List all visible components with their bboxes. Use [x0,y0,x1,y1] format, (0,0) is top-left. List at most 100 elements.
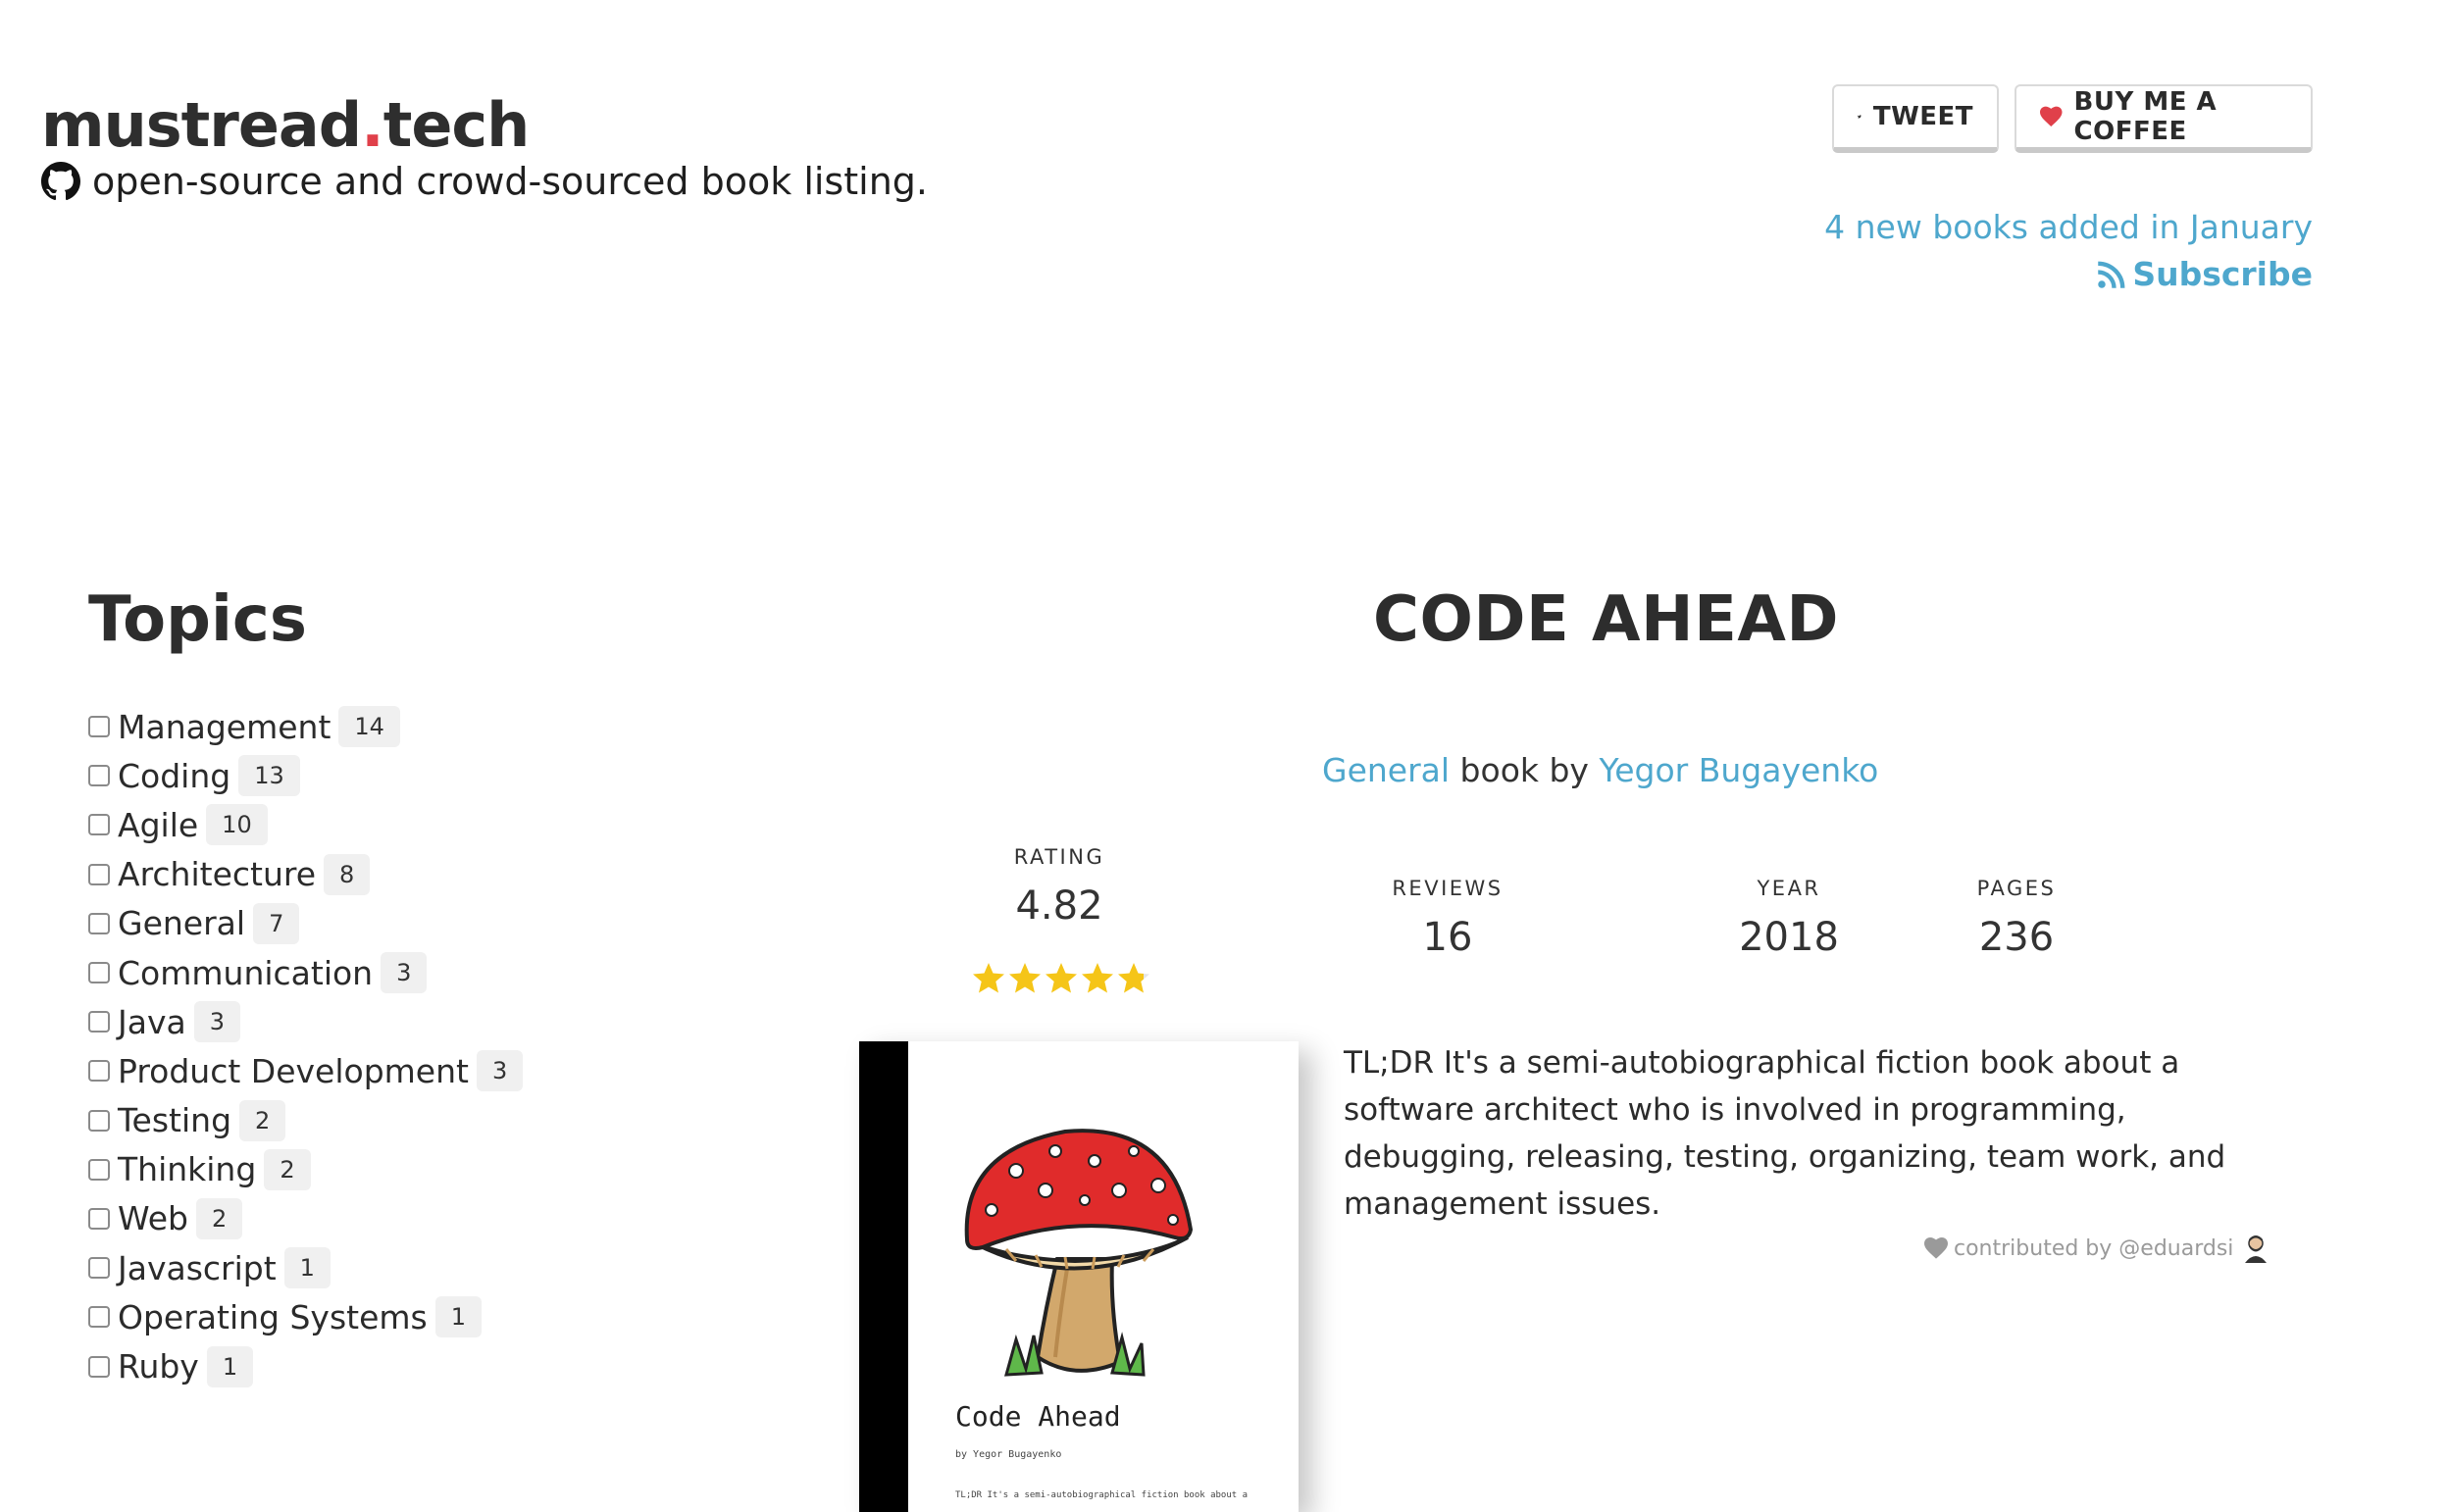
twitter-icon [1858,115,1862,119]
tagline: open-source and crowd-sourced book listi… [41,157,928,206]
pages-stat: PAGES 236 [1918,875,2115,961]
topic-label[interactable]: Agile [118,806,198,844]
book-author-link[interactable]: Yegor Bugayenko [1599,751,1878,789]
rating-stars [973,963,1149,993]
topic-count-badge: 3 [476,1050,524,1092]
cover-spine [859,1041,908,1512]
topic-label[interactable]: Web [118,1199,188,1237]
star-icon [1009,963,1041,993]
topic-label[interactable]: Communication [118,954,373,992]
topic-label[interactable]: Coding [118,757,230,795]
topic-count-badge: 14 [338,706,400,748]
star-icon [1082,963,1113,993]
topic-checkbox[interactable] [88,814,110,836]
buy-me-a-coffee-button[interactable]: BUY ME A COFFEE [2014,84,2313,153]
topic-item[interactable]: General 7 [88,899,523,948]
subscribe-label: Subscribe [2132,255,2313,293]
cover-author: by Yegor Bugayenko [955,1449,1062,1460]
topic-item[interactable]: Architecture 8 [88,850,523,899]
topic-count-badge: 1 [283,1247,331,1289]
topic-item[interactable]: Coding 13 [88,751,523,800]
topic-label[interactable]: Java [118,1003,186,1041]
new-books-link[interactable]: 4 new books added in January [1824,206,2313,249]
topic-label[interactable]: General [118,904,245,942]
topic-count-badge: 8 [324,853,371,895]
book-description: TL;DR It's a semi-autobiographical ficti… [1344,1045,2226,1222]
topic-label[interactable]: Javascript [118,1249,277,1287]
topic-count-badge: 3 [381,952,428,994]
year-value: 2018 [1739,915,1839,960]
topic-count-badge: 13 [238,755,300,797]
cover-title: Code Ahead [955,1400,1121,1433]
topic-label[interactable]: Thinking [118,1150,256,1188]
book-cover[interactable]: Code Ahead by Yegor Bugayenko TL;DR It's… [859,1041,1299,1512]
logo-dot: . [361,89,384,161]
topic-item[interactable]: Management 14 [88,702,523,751]
topic-label[interactable]: Management [118,708,331,746]
contributed-by: contributed by @eduardsi [1924,1234,2269,1263]
tweet-label: TWEET [1872,102,1973,131]
topic-label[interactable]: Operating Systems [118,1298,428,1336]
topic-checkbox[interactable] [88,1060,110,1083]
avatar[interactable] [2243,1234,2269,1263]
year-stat: YEAR 2018 [1691,875,1887,961]
topic-item[interactable]: Communication 3 [88,948,523,997]
reviews-value: 16 [1422,915,1473,960]
site-logo[interactable]: mustread.tech [41,86,531,165]
topic-checkbox[interactable] [88,1257,110,1280]
topic-count-badge: 10 [206,804,268,846]
topic-checkbox[interactable] [88,1355,110,1378]
book-by-text: book by [1450,751,1600,789]
topic-count-badge: 7 [253,902,300,944]
topics-heading: Topics [88,583,307,656]
rating-label: RATING [1013,845,1105,869]
topic-item[interactable]: Java 3 [88,997,523,1046]
topic-item[interactable]: Javascript 1 [88,1243,523,1292]
topic-item[interactable]: Testing 2 [88,1096,523,1145]
heart-icon [1924,1237,1948,1259]
reviews-label: REVIEWS [1392,877,1504,900]
star-icon [973,963,1004,993]
book-meta: General book by Yegor Bugayenko [1322,749,1878,792]
topic-label[interactable]: Architecture [118,855,316,893]
github-icon[interactable] [41,162,80,201]
logo-tld: tech [382,89,531,161]
subscribe-link[interactable]: Subscribe [2097,253,2313,296]
contributed-text[interactable]: contributed by @eduardsi [1954,1236,2233,1261]
topic-checkbox[interactable] [88,765,110,787]
book-category-link[interactable]: General [1322,751,1450,789]
reviews-stat: REVIEWS 16 [1350,875,1546,961]
rating-value: 4.82 [1015,883,1103,929]
topic-checkbox[interactable] [88,912,110,934]
rss-icon [2098,261,2125,288]
logo-main: mustread [41,89,362,161]
topic-list: Management 14 Coding 13 Agile 10 Architecture 8… [88,702,524,1391]
tweet-button[interactable]: TWEET [1832,84,1999,153]
book-title: CODE AHEAD [1373,583,1839,656]
topic-count-badge: 1 [434,1296,483,1338]
pages-value: 236 [1978,915,2055,960]
cover-text: TL;DR It's a semi-autobiographical ficti… [955,1490,1249,1500]
topic-checkbox[interactable] [88,1207,110,1230]
topic-checkbox[interactable] [88,962,110,984]
topic-count-badge: 3 [193,1001,240,1043]
topic-label[interactable]: Testing [118,1101,231,1139]
topic-checkbox[interactable] [88,1306,110,1329]
topic-label[interactable]: Product Development [118,1052,469,1090]
topic-item[interactable]: Web 2 [88,1194,523,1243]
topic-item[interactable]: Agile 10 [88,800,523,849]
topic-checkbox[interactable] [88,1109,110,1132]
star-icon [1046,963,1077,993]
topic-checkbox[interactable] [88,1011,110,1033]
topic-item[interactable]: Thinking 2 [88,1145,523,1194]
topic-checkbox[interactable] [88,863,110,885]
topic-checkbox[interactable] [88,1158,110,1181]
topic-checkbox[interactable] [88,716,110,738]
topic-count-badge: 1 [206,1345,254,1387]
topic-item[interactable]: Ruby 1 [88,1341,523,1390]
topic-item[interactable]: Product Development 3 [88,1046,524,1095]
topic-count-badge: 2 [195,1197,243,1239]
topic-item[interactable]: Operating Systems 1 [88,1292,523,1341]
mushroom-illustration [964,1129,1194,1377]
topic-label[interactable]: Ruby [118,1347,199,1386]
